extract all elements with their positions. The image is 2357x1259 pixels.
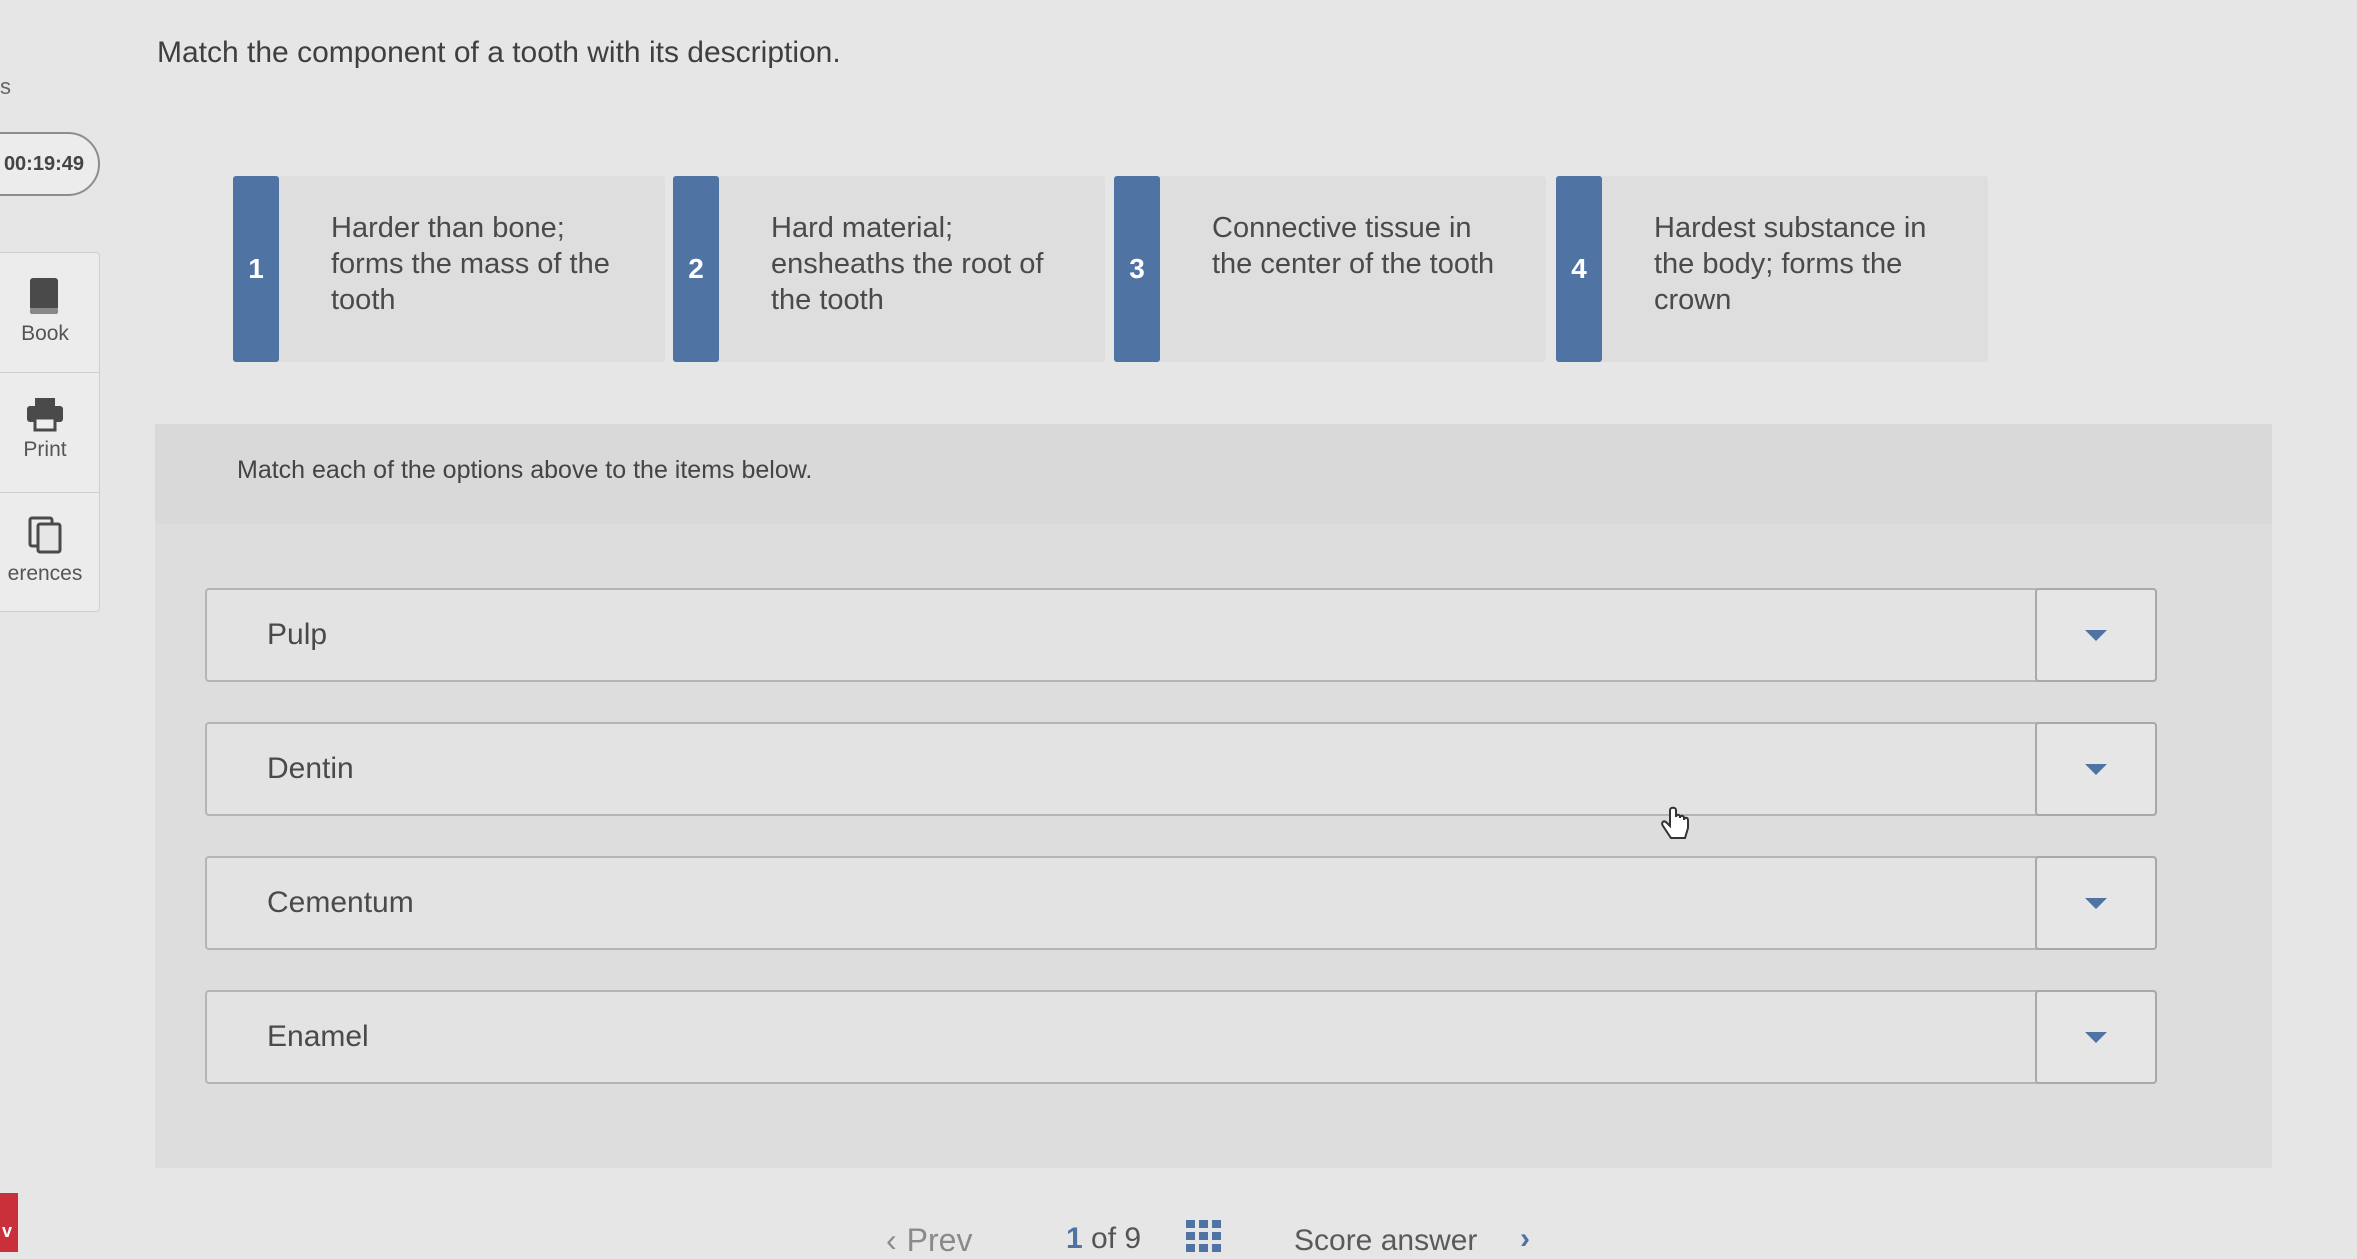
option-card-4[interactable]: 4 Hardest substance in the body; forms t… (1556, 176, 1988, 362)
sidebar-item-label: erences (7, 562, 83, 585)
match-row-pulp[interactable]: Pulp (205, 588, 2157, 682)
instructions-text: Match each of the options above to the i… (237, 456, 813, 484)
sidebar-divider (0, 372, 100, 373)
match-row-cementum[interactable]: Cementum (205, 856, 2157, 950)
sidebar-item-print[interactable]: Print (0, 396, 100, 462)
option-number: 1 (233, 176, 279, 362)
option-card-1[interactable]: 1 Harder than bone; forms the mass of th… (233, 176, 665, 362)
match-item-label: Pulp (267, 618, 328, 651)
option-number: 2 (673, 176, 719, 362)
page-of: of (1091, 1222, 1117, 1255)
match-item-label: Enamel (267, 1020, 369, 1053)
grid-icon[interactable] (1186, 1220, 1222, 1252)
chevron-down-icon (2085, 897, 2107, 909)
match-dropdown[interactable] (2035, 856, 2157, 950)
chevron-down-icon (2085, 629, 2107, 641)
match-dropdown[interactable] (2035, 588, 2157, 682)
option-text: Hardest substance in the body; forms the… (1654, 212, 1927, 316)
hand-cursor-icon (1661, 806, 1689, 839)
sidebar-divider (0, 492, 100, 493)
prev-label: Prev (906, 1222, 973, 1258)
option-text: Harder than bone; forms the mass of the … (331, 212, 610, 316)
prev-button[interactable]: ‹ Prev (886, 1222, 972, 1259)
chevron-left-icon: ‹ (886, 1222, 897, 1258)
total-pages: 9 (1124, 1222, 1142, 1255)
match-item-label: Dentin (267, 752, 354, 785)
question-text: Match the component of a tooth with its … (157, 36, 841, 69)
sidebar-item-label: Book (21, 322, 69, 345)
sidebar-partial-text: s (0, 74, 11, 99)
chevron-down-icon (2085, 763, 2107, 775)
option-card-3[interactable]: 3 Connective tissue in the center of the… (1114, 176, 1546, 362)
option-text: Hard material; ensheaths the root of the… (771, 212, 1044, 316)
current-page: 1 (1066, 1222, 1083, 1255)
option-number: 4 (1556, 176, 1602, 362)
sidebar-item-book[interactable]: Book (0, 276, 100, 346)
match-dropdown[interactable] (2035, 990, 2157, 1084)
book-icon (30, 278, 58, 314)
score-answer-button[interactable]: Score answer (1294, 1224, 1477, 1258)
chevron-down-icon (2085, 1031, 2107, 1043)
corner-flag: v (0, 1193, 18, 1252)
printer-icon (27, 398, 63, 432)
match-row-enamel[interactable]: Enamel (205, 990, 2157, 1084)
match-item-label: Cementum (267, 886, 414, 919)
match-dropdown[interactable] (2035, 722, 2157, 816)
option-card-2[interactable]: 2 Hard material; ensheaths the root of t… (673, 176, 1105, 362)
chevron-right-icon[interactable]: › (1520, 1222, 1530, 1256)
sidebar-item-label: Print (23, 438, 67, 461)
option-number: 3 (1114, 176, 1160, 362)
timer-badge[interactable]: 00:19:49 (0, 132, 100, 196)
option-text: Connective tissue in the center of the t… (1212, 212, 1495, 280)
page-indicator: 1 of 9 (1066, 1222, 1141, 1256)
sidebar-item-references[interactable]: erences (0, 514, 100, 586)
match-row-dentin[interactable]: Dentin (205, 722, 2157, 816)
references-icon (28, 516, 62, 554)
